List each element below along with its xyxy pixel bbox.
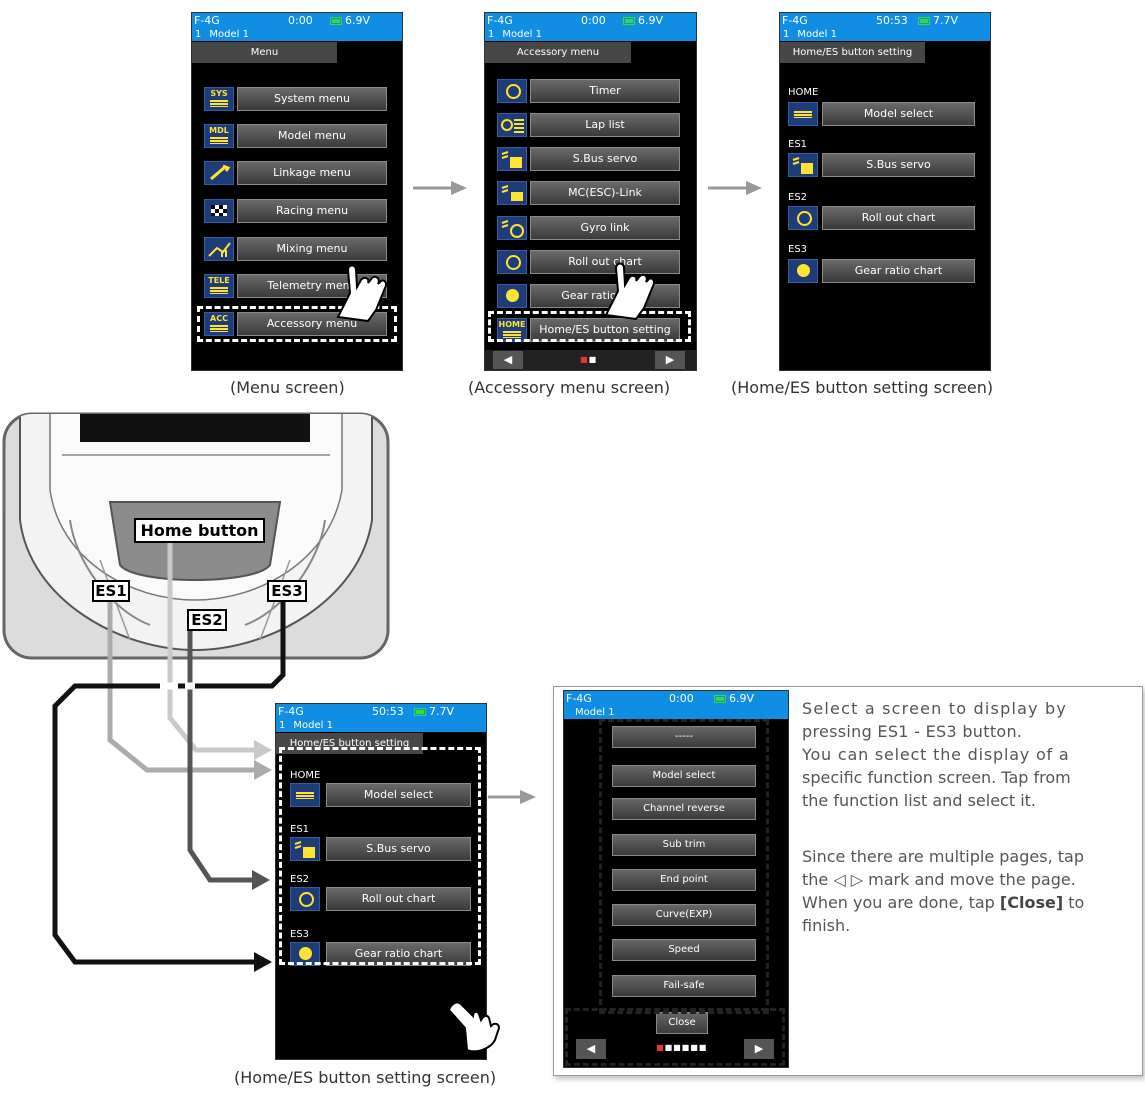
home-button-label: Home button [134, 518, 265, 543]
status-bar: F-4G 50:53 7.7V [276, 704, 486, 720]
battery-icon [714, 695, 726, 703]
tap-hand-icon [447, 1001, 501, 1053]
highlight-es-list [279, 747, 481, 965]
flow-arrow-3 [488, 790, 536, 804]
battery-icon [414, 708, 426, 716]
status-bar: F-4G 0:00 6.9V [564, 691, 788, 707]
home-es-screen-caption-2: (Home/ES button setting screen) [234, 1068, 497, 1087]
es3-label: ES3 [267, 580, 307, 602]
es1-label: ES1 [92, 580, 130, 602]
description-text: Select a screen to display by pressing E… [802, 699, 1085, 935]
highlight-function-list [599, 719, 769, 1014]
es2-label: ES2 [187, 609, 227, 631]
highlight-close-nav [565, 1008, 785, 1066]
